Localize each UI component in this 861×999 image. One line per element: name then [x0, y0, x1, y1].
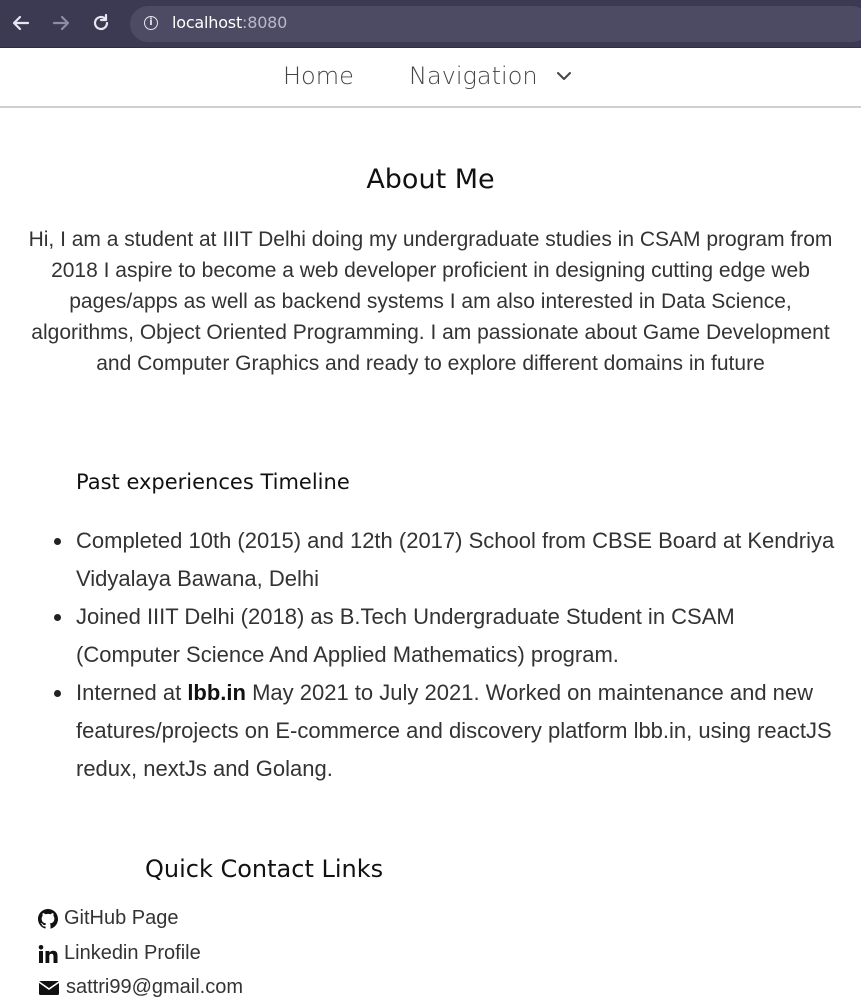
- email-link[interactable]: sattri99@gmail.com: [38, 976, 243, 999]
- back-arrow-icon[interactable]: [10, 12, 32, 34]
- about-paragraph: Hi, I am a student at IIIT Delhi doing m…: [28, 228, 833, 375]
- reload-icon[interactable]: [90, 12, 112, 34]
- github-link[interactable]: GitHub Page: [38, 907, 179, 930]
- nav-home-link[interactable]: Home: [283, 62, 354, 90]
- chevron-down-icon[interactable]: [554, 66, 574, 90]
- timeline-heading: Past experiences Timeline: [76, 470, 350, 494]
- address-bar[interactable]: i localhost:8080: [130, 6, 861, 42]
- contact-heading: Quick Contact Links: [145, 855, 384, 883]
- timeline-list: Completed 10th (2015) and 12th (2017) Sc…: [54, 522, 836, 788]
- url-text: localhost:8080: [172, 13, 288, 32]
- nav-navigation-dropdown[interactable]: Navigation: [409, 62, 538, 90]
- info-icon[interactable]: i: [144, 16, 158, 30]
- linkedin-icon: [38, 944, 58, 963]
- browser-toolbar: i localhost:8080: [0, 0, 861, 48]
- linkedin-link[interactable]: Linkedin Profile: [38, 942, 201, 965]
- timeline-item: Joined IIIT Delhi (2018) as B.Tech Under…: [54, 598, 836, 674]
- site-navbar: Home Navigation: [0, 48, 861, 108]
- lbb-link[interactable]: lbb.in: [187, 680, 246, 705]
- timeline-item: Interned at lbb.in May 2021 to July 2021…: [54, 674, 836, 788]
- forward-arrow-icon[interactable]: [50, 12, 72, 34]
- about-heading: About Me: [366, 164, 495, 195]
- timeline-item: Completed 10th (2015) and 12th (2017) Sc…: [54, 522, 836, 598]
- github-icon: [38, 908, 58, 929]
- envelope-icon: [38, 980, 60, 995]
